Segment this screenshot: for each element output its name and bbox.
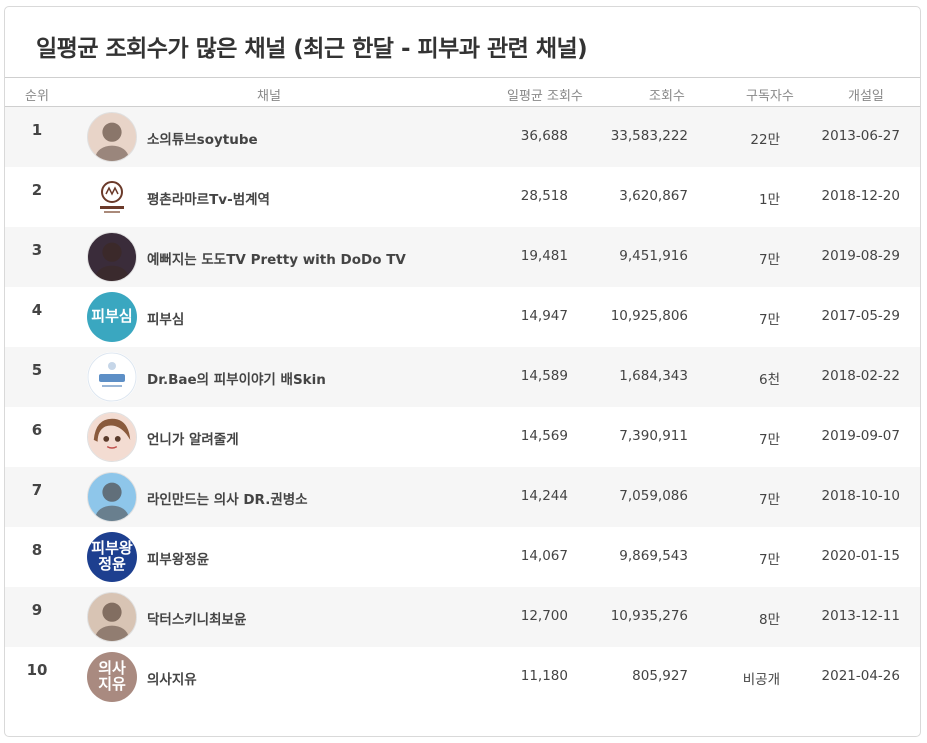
channel-name-link[interactable]: 라인만드는 의사 DR.권병소	[147, 488, 308, 508]
table-row[interactable]: 8 피부왕 정윤 피부왕정윤 14,067 9,869,543 7만 2020-01-15	[5, 527, 920, 587]
channel-name-link[interactable]: 닥터스키니최보윤	[147, 608, 246, 628]
created-date: 2013-12-11	[821, 608, 900, 624]
person-photo-icon[interactable]	[87, 232, 137, 282]
avg-views-value: 14,569	[520, 428, 568, 444]
views-value: 805,927	[632, 668, 688, 684]
table-body: 1 소의튜브soytube 36,688 33,583,222 22만 2013-06-2…	[5, 107, 920, 707]
table-row[interactable]: 5 Dr.Bae의 피부이야기 배Skin 14,589 1,684,343 6천 201…	[5, 347, 920, 407]
subscribers-value: 7만	[758, 312, 780, 328]
avg-views-value: 14,589	[520, 368, 568, 384]
channel-name-link[interactable]: 평촌라마르Tv-범계역	[147, 188, 270, 208]
col-channel-header: 채널	[257, 89, 281, 104]
rank-number: 9	[31, 601, 43, 619]
rank-number: 8	[31, 541, 43, 559]
table-row[interactable]: 4 피부심 피부심 14,947 10,925,806 7만 2017-05-29	[5, 287, 920, 347]
views-value: 1,684,343	[619, 368, 688, 384]
text-logo-icon[interactable]: 의사 지유	[87, 652, 137, 702]
views-value: 3,620,867	[619, 188, 688, 204]
views-value: 9,451,916	[619, 248, 688, 264]
col-rank-header: 순위	[25, 89, 49, 104]
channel-name-link[interactable]: 소의튜브soytube	[147, 128, 258, 148]
table-row[interactable]: 6 언니가 알려줄게 14,569 7,390,911 7만 2019-09-07	[5, 407, 920, 467]
avg-views-value: 14,067	[520, 548, 568, 564]
rank-number: 1	[31, 121, 43, 139]
views-value: 9,869,543	[619, 548, 688, 564]
rank-number: 2	[31, 181, 43, 199]
avg-views-value: 36,688	[520, 128, 568, 144]
text-logo-icon[interactable]: 피부왕 정윤	[87, 532, 137, 582]
channel-name-link[interactable]: 피부심	[147, 308, 184, 328]
created-date: 2019-08-29	[821, 248, 900, 264]
ranking-card: 일평균 조회수가 많은 채널 (최근 한달 - 피부과 관련 채널) 순위 채널…	[4, 6, 921, 737]
subscribers-value: 8만	[758, 612, 780, 628]
subscribers-value: 6천	[758, 372, 780, 388]
channel-name-link[interactable]: 피부왕정윤	[147, 548, 209, 568]
channel-name-link[interactable]: 의사지유	[147, 668, 197, 688]
subscribers-value: 1만	[758, 192, 780, 208]
avatar-label: 의사 지유	[98, 659, 126, 693]
created-date: 2021-04-26	[821, 668, 900, 684]
avg-views-value: 12,700	[520, 608, 568, 624]
col-subscribers-header: 구독자수	[746, 89, 794, 104]
channel-name-link[interactable]: 예뻐지는 도도TV Pretty with DoDo TV	[147, 248, 406, 268]
avg-views-value: 14,244	[520, 488, 568, 504]
col-avg-views-header: 일평균 조회수	[507, 89, 583, 104]
rank-number: 3	[31, 241, 43, 259]
rank-number: 7	[31, 481, 43, 499]
subscribers-value: 7만	[758, 492, 780, 508]
avg-views-value: 11,180	[520, 668, 568, 684]
cartoon-face-icon[interactable]	[87, 412, 137, 462]
col-views-header: 조회수	[649, 89, 685, 104]
subscribers-value: 7만	[758, 552, 780, 568]
avg-views-value: 28,518	[520, 188, 568, 204]
col-created-header: 개설일	[848, 89, 884, 104]
created-date: 2018-12-20	[821, 188, 900, 204]
text-logo-icon[interactable]: 피부심	[87, 292, 137, 342]
avatar-label: 피부심	[91, 307, 133, 326]
table-header: 순위 채널 일평균 조회수 조회수 구독자수 개설일	[5, 77, 920, 107]
table-row[interactable]: 7 라인만드는 의사 DR.권병소 14,244 7,059,086 7만 2018-10…	[5, 467, 920, 527]
subscribers-value: 7만	[758, 432, 780, 448]
rank-number: 6	[31, 421, 43, 439]
created-date: 2018-02-22	[821, 368, 900, 384]
person-photo-icon[interactable]	[87, 592, 137, 642]
rank-number: 4	[31, 301, 43, 319]
person-photo-icon[interactable]	[87, 112, 137, 162]
views-value: 33,583,222	[610, 128, 688, 144]
created-date: 2020-01-15	[821, 548, 900, 564]
views-value: 7,390,911	[619, 428, 688, 444]
avatar-label: 피부왕 정윤	[91, 539, 133, 573]
page-title: 일평균 조회수가 많은 채널 (최근 한달 - 피부과 관련 채널)	[36, 36, 588, 62]
avg-views-value: 14,947	[520, 308, 568, 324]
lamar-logo-icon[interactable]	[87, 172, 137, 222]
person-photo-icon[interactable]	[87, 472, 137, 522]
created-date: 2018-10-10	[821, 488, 900, 504]
avg-views-value: 19,481	[520, 248, 568, 264]
table-row[interactable]: 2 평촌라마르Tv-범계역 28,518 3,620,867 1만 2018-12-20	[5, 167, 920, 227]
subscribers-value: 22만	[750, 132, 780, 148]
skin-logo-icon[interactable]	[87, 352, 137, 402]
table-row[interactable]: 10 의사 지유 의사지유 11,180 805,927 비공개 2021-04-26	[5, 647, 920, 707]
views-value: 7,059,086	[619, 488, 688, 504]
views-value: 10,925,806	[610, 308, 688, 324]
rank-number: 5	[31, 361, 43, 379]
table-row[interactable]: 3 예뻐지는 도도TV Pretty with DoDo TV 19,481 9,45…	[5, 227, 920, 287]
channel-name-link[interactable]: 언니가 알려줄게	[147, 428, 239, 448]
created-date: 2013-06-27	[821, 128, 900, 144]
subscribers-value: 비공개	[742, 672, 780, 688]
created-date: 2019-09-07	[821, 428, 900, 444]
views-value: 10,935,276	[610, 608, 688, 624]
subscribers-value: 7만	[758, 252, 780, 268]
channel-name-link[interactable]: Dr.Bae의 피부이야기 배Skin	[147, 368, 326, 388]
created-date: 2017-05-29	[821, 308, 900, 324]
rank-number: 10	[26, 661, 48, 679]
table-row[interactable]: 9 닥터스키니최보윤 12,700 10,935,276 8만 2013-12-11	[5, 587, 920, 647]
table-row[interactable]: 1 소의튜브soytube 36,688 33,583,222 22만 2013-06-2…	[5, 107, 920, 167]
